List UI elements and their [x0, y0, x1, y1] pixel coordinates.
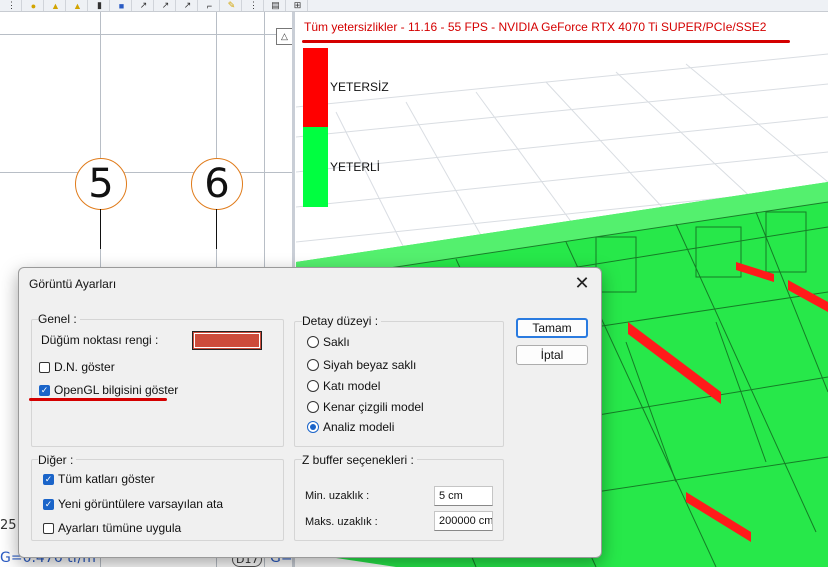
opengl-info-text: Tüm yetersizlikler - 11.16 - 55 FPS - NV… — [304, 20, 767, 34]
legend-insufficient-swatch — [303, 48, 328, 127]
zbuffer-title: Z buffer seçenekleri : — [302, 453, 417, 467]
cancel-button[interactable]: İptal — [516, 345, 588, 365]
apply-all-option[interactable]: Ayarları tümüne uygula — [43, 521, 181, 535]
show-all-floors-option[interactable]: ✓ Tüm katları göster — [43, 472, 155, 486]
detail-option-analysis[interactable]: Analiz modeli — [307, 420, 394, 434]
detail-option-label: Siyah beyaz saklı — [323, 358, 417, 372]
default-new-views-checkbox[interactable]: ✓ — [43, 498, 54, 510]
default-new-views-option[interactable]: ✓ Yeni görüntülere varsayılan ata — [43, 497, 223, 511]
radio-button[interactable] — [307, 359, 319, 371]
detail-option-solid[interactable]: Katı model — [307, 379, 380, 393]
grid-line — [0, 172, 292, 173]
axis-bubble-6[interactable]: 6 — [191, 158, 243, 210]
print-icon[interactable]: ▤ — [266, 0, 286, 11]
ok-button[interactable]: Tamam — [516, 318, 588, 338]
save-disk-icon[interactable]: ■ — [112, 0, 132, 11]
grid-icon[interactable]: ⊞ — [288, 0, 308, 11]
detail-option-label: Kenar çizgili model — [323, 400, 424, 414]
radio-button-selected[interactable] — [307, 421, 319, 433]
close-icon[interactable]: ✕ — [571, 273, 593, 293]
arrow-box-2-icon[interactable]: ↗ — [156, 0, 176, 11]
legend-sufficient-swatch — [303, 127, 328, 207]
dialog-title: Görüntü Ayarları — [29, 277, 117, 291]
main-toolbar: ⋮ ● ▲ ▲ ▮ ■ ↗ ↗ ↗ ⌐ ✎ ⋮ ▤ ⊞ — [0, 0, 828, 12]
show-opengl-checkbox[interactable]: ✓ — [39, 384, 50, 396]
detail-option-edge[interactable]: Kenar çizgili model — [307, 400, 424, 414]
min-distance-label: Min. uzaklık : — [305, 490, 370, 502]
legend-sufficient-label: YETERLİ — [330, 160, 381, 174]
detail-option-bw-hidden[interactable]: Siyah beyaz saklı — [307, 358, 416, 372]
other-group-title: Diğer : — [38, 453, 77, 467]
detail-option-label: Analiz modeli — [323, 420, 395, 434]
max-distance-field[interactable]: 200000 cm — [434, 511, 493, 531]
collapse-arrow-icon[interactable]: △ — [276, 28, 292, 45]
display-settings-dialog: Görüntü Ayarları ✕ Genel : Düğüm noktası… — [18, 267, 602, 558]
radio-button[interactable] — [307, 380, 319, 392]
general-group-title: Genel : — [38, 312, 80, 326]
radio-button[interactable] — [307, 401, 319, 413]
detail-option-label: Katı model — [323, 379, 381, 393]
show-dn-option[interactable]: D.N. göster — [39, 360, 115, 374]
apply-all-label: Ayarları tümüne uygula — [58, 521, 182, 535]
show-dn-checkbox[interactable] — [39, 361, 50, 373]
node-color-picker[interactable] — [192, 331, 262, 350]
axis-line-6 — [216, 209, 217, 249]
triangle-marked-icon[interactable]: ▲ — [68, 0, 88, 11]
toolbar-separator-icon: ⋮ — [2, 0, 22, 11]
highlight-underline — [302, 40, 790, 43]
node-color-label: Düğüm noktası rengi : — [41, 333, 159, 347]
min-distance-field[interactable]: 5 cm — [434, 486, 493, 506]
highlight-underline — [29, 398, 167, 401]
apply-all-checkbox[interactable] — [43, 522, 54, 534]
detail-option-label: Saklı — [323, 335, 350, 349]
arrow-box-icon[interactable]: ↗ — [134, 0, 154, 11]
arrow-box-3-icon[interactable]: ↗ — [178, 0, 198, 11]
detail-level-title: Detay düzeyi : — [302, 314, 382, 328]
legend-insufficient-label: YETERSİZ — [330, 80, 389, 94]
axis-line-5 — [100, 209, 101, 249]
triangle-icon[interactable]: ▲ — [46, 0, 66, 11]
grid-line — [0, 34, 292, 35]
axis-bubble-5[interactable]: 5 — [75, 158, 127, 210]
radio-button[interactable] — [307, 336, 319, 348]
toolbar-separator-2-icon: ⋮ — [244, 0, 264, 11]
show-opengl-option[interactable]: ✓ OpenGL bilgisini göster — [39, 383, 178, 397]
chart-icon[interactable]: ⌐ — [200, 0, 220, 11]
detail-option-hidden[interactable]: Saklı — [307, 335, 350, 349]
pencil-icon[interactable]: ✎ — [222, 0, 242, 11]
show-all-floors-label: Tüm katları göster — [58, 472, 155, 486]
show-dn-label: D.N. göster — [54, 360, 115, 374]
flag-icon[interactable]: ▮ — [90, 0, 110, 11]
show-opengl-label: OpenGL bilgisini göster — [54, 383, 179, 397]
dimension-number: 25 — [0, 518, 17, 533]
show-all-floors-checkbox[interactable]: ✓ — [43, 473, 54, 485]
max-distance-label: Maks. uzaklık : — [305, 516, 378, 528]
yellow-figure-icon[interactable]: ● — [24, 0, 44, 11]
default-new-views-label: Yeni görüntülere varsayılan ata — [58, 497, 223, 511]
